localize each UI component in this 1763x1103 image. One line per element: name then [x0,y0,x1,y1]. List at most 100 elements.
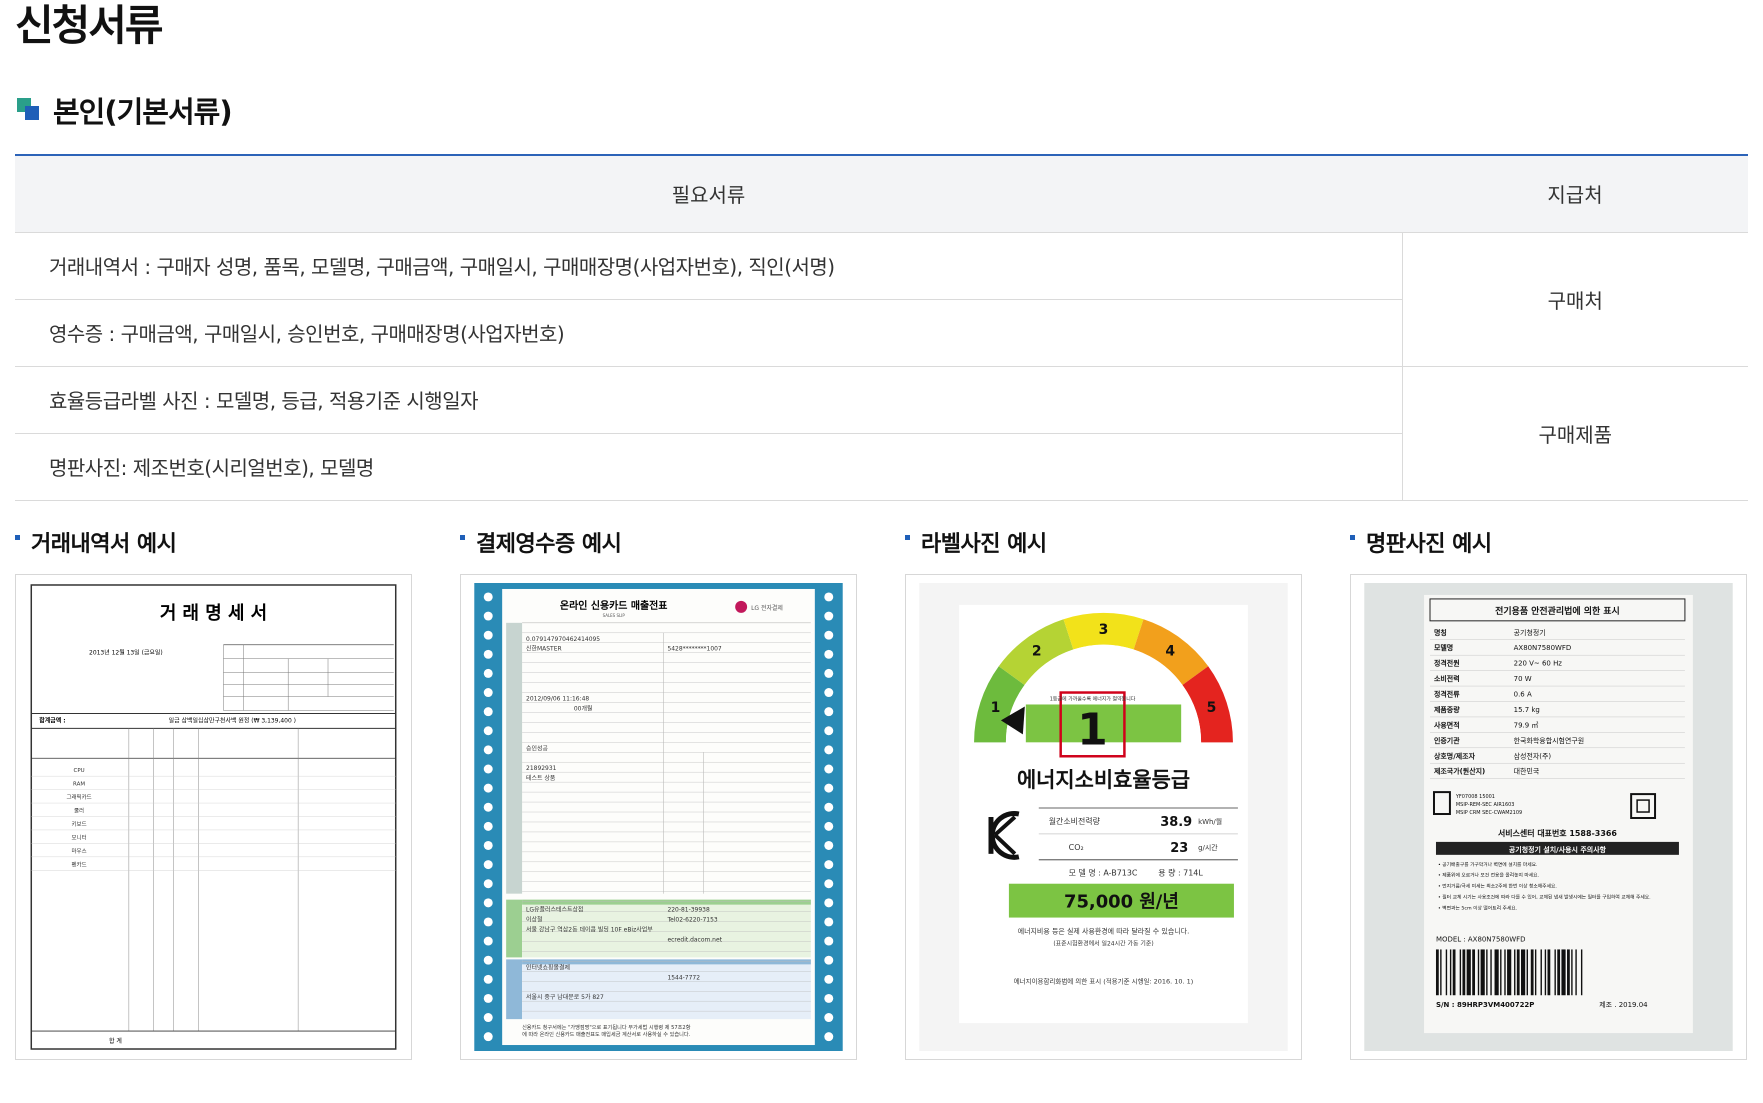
invoice-item: 마우스 [72,847,87,855]
nameplate-value: 한국화학융합시험연구원 [1514,736,1585,745]
monthly-unit: kWh/월 [1198,817,1222,826]
example-receipt: 결제영수증 예시 온라인 신용카드 매출전표 SALES SLIP LG 전자결… [460,520,857,1060]
nameplate-key: 사용면적 [1434,720,1460,729]
nameplate-model: MODEL : AX80N7580WFD [1436,935,1526,943]
energy-grade: 1 [1077,704,1107,755]
nameplate-key: 제조국가(원산지) [1434,767,1485,776]
nameplate-value: 79.9 ㎡ [1514,721,1539,729]
nameplate-value: 삼성전자(주) [1514,751,1552,760]
document-item: 거래내역서 : 구매자 성명, 품목, 모델명, 구매금액, 구매일시, 구매매… [15,232,1402,300]
receipt-field: 승인성공 [526,744,548,752]
nameplate-key: 정격전류 [1434,690,1460,699]
receipt-footer: 신용카드 청구서에는 "가맹점명"으로 표기됩니다 부가세법 시행령 제 57조… [522,1023,692,1038]
nameplate-key: 모델명 [1434,643,1453,652]
invoice-item: CPU [74,768,85,774]
model-name: 모 델 명 : A-B713C [1069,868,1138,878]
receipt-field: 1544-7772 [667,974,700,981]
table-row: 효율등급라벨 사진 : 모델명, 등급, 적용기준 시행일자 구매제품 [15,366,1748,501]
example-title: 결제영수증 예시 [460,520,857,564]
receipt-figure: 온라인 신용카드 매출전표 SALES SLIP LG 전자결제 0.07914… [474,583,843,1051]
nameplate-key: 정격전원 [1434,659,1460,668]
nameplate-key: 명칭 [1434,628,1447,637]
invoice-figure: 거 래 명 세 서 2013년 12월 13일 (금요일) 합계금액 : 일금 … [29,583,398,1051]
receipt-field: Tel02-6220-7153 [666,917,717,924]
co2-value: 23 [1170,841,1188,856]
warning-line: • 필터 교체 시기는 사용조건에 따라 다를 수 있어, 교체된 냄새 발생시… [1438,894,1651,901]
receipt-field: 0.079147970462414095 [526,636,600,643]
cert-line: MSIP CRM SEC-CWAM2109 [1456,810,1522,816]
service-center: 서비스센터 대표번호 1588-3366 [1498,828,1617,838]
invoice-sum-label: 합 계 [109,1037,122,1045]
invoice-item: 키보드 [72,820,87,828]
receipt-image[interactable]: 온라인 신용카드 매출전표 SALES SLIP LG 전자결제 0.07914… [460,574,857,1060]
document-item: 효율등급라벨 사진 : 모델명, 등급, 적용기준 시행일자 [15,366,1402,434]
gauge-label: 5 [1207,700,1217,716]
receipt-field: 인터넷쇼핑몰결제 [526,963,570,971]
bullet-icon [905,534,910,540]
example-title: 라벨사진 예시 [905,520,1302,564]
label-note-1: 에너지비용 등은 실제 사용환경에 따라 달라질 수 있습니다. [1018,927,1190,936]
page-title: 신청서류 [15,1,164,50]
receipt-field: ecredit.dacom.net [667,936,722,943]
example-label: 라벨사진 예시 12345 1 1등급에 가까울수록 에너지가 절약됩니다 에너… [905,520,1302,1060]
invoice-image[interactable]: 거 래 명 세 서 2013년 12월 13일 (금요일) 합계금액 : 일금 … [15,574,412,1060]
receipt-field: LG유플러스테스트상점 [526,906,583,914]
monthly-label: 월간소비전력량 [1049,816,1101,826]
source-cell: 구매처 [1401,232,1748,367]
cert-line: YF07008 15001 [1455,794,1495,800]
annual-cost: 75,000 원/년 [1064,892,1179,913]
nameplate-value: 0.6 A [1514,691,1532,699]
examples-section: 거래내역서 예시 거 래 명 세 서 2013년 12월 13일 (금요일) 합… [15,520,1748,1060]
section-heading: 본인(기본서류) [17,90,233,130]
label-footer: 에너지이용합리화법에 의한 표시 (적용기준 시행일: 2016. 10. 1) [1014,976,1194,985]
table-row: 거래내역서 : 구매자 성명, 품목, 모델명, 구매금액, 구매일시, 구매매… [15,232,1748,367]
gauge-label: 3 [1099,622,1109,638]
nameplate-value: AX80N7580WFD [1514,644,1572,652]
bullet-icon [1350,534,1355,540]
nameplate-value: 공기청정기 [1514,628,1546,637]
bullet-icon [15,534,20,540]
nameplate-key: 소비전력 [1434,674,1460,683]
warning-line: • 벽면과는 5cm 이상 떨어트려 주세요. [1438,905,1517,912]
warning-line: • 제품위에 오르거나 모건 전용을 올려놓지 마세요. [1438,872,1539,879]
nameplate-image[interactable]: 전기용품 안전관리법에 의한 표시 명칭 공기청정기모델명 AX80N7580WFD… [1350,574,1747,1060]
label-image[interactable]: 12345 1 1등급에 가까울수록 에너지가 절약됩니다 에너지소비효율등급 … [905,574,1302,1060]
invoice-total-label: 합계금액 : [39,716,65,724]
gauge-label: 1 [991,700,1001,716]
nameplate-key: 제품중량 [1434,705,1460,714]
nameplate-value: 15.7 kg [1514,706,1540,714]
monthly-value: 38.9 [1160,815,1192,830]
invoice-date: 2013년 12월 13일 (금요일) [89,649,163,657]
grade-text: 1등급에 가까울수록 에너지가 절약됩니다 [1050,695,1136,702]
invoice-item: RAM [73,782,85,788]
nameplate-value: 70 W [1514,675,1532,683]
nameplate-title: 전기용품 안전관리법에 의한 표시 [1495,605,1620,617]
required-documents-table: 필요서류 지급처 거래내역서 : 구매자 성명, 품목, 모델명, 구매금액, … [15,154,1748,501]
nameplate-key: 상호명/제조자 [1434,751,1476,760]
label-note-2: (표준시험환경에서 일24시간 가동 기준) [1053,939,1153,947]
gauge-label: 2 [1032,643,1042,659]
example-title: 거래내역서 예시 [15,520,412,564]
section-bullet-icon [17,98,41,122]
receipt-field: 서울 강남구 역삼2동 데이콤 빌딩 10F eBiz사업부 [526,926,653,934]
warning-line: • 공기배출구를 가구막거나 벽면에 설치를 마세요. [1438,861,1538,868]
column-header-documents: 필요서류 [15,154,1402,233]
gauge-label: 4 [1165,643,1175,659]
receipt-subtitle: SALES SLIP [603,613,626,618]
receipt-field: 신한MASTER [526,645,562,653]
nameplate-key: 인증기관 [1434,736,1460,745]
receipt-field: 00개월 [574,704,593,712]
receipt-badge: LG 전자결제 [751,604,783,612]
receipt-title: 온라인 신용카드 매출전표 [560,599,668,612]
receipt-field: 이상철 [526,916,542,924]
column-header-source: 지급처 [1402,154,1748,233]
document-item: 영수증 : 구매금액, 구매일시, 승인번호, 구매매장명(사업자번호) [15,299,1402,367]
nameplate-value: 대한민국 [1514,767,1540,776]
invoice-item: 펜카드 [72,860,87,868]
manufacture-date: 제조 . 2019.04 [1599,1001,1648,1009]
receipt-field: 220-81-39938 [667,907,709,914]
source-cell: 구매제품 [1401,366,1748,501]
invoice-item: 모니터 [72,833,87,841]
nameplate-figure: 전기용품 안전관리법에 의한 표시 명칭 공기청정기모델명 AX80N7580WFD… [1364,583,1733,1051]
document-item: 명판사진: 제조번호(시리얼번호), 모델명 [15,433,1402,501]
